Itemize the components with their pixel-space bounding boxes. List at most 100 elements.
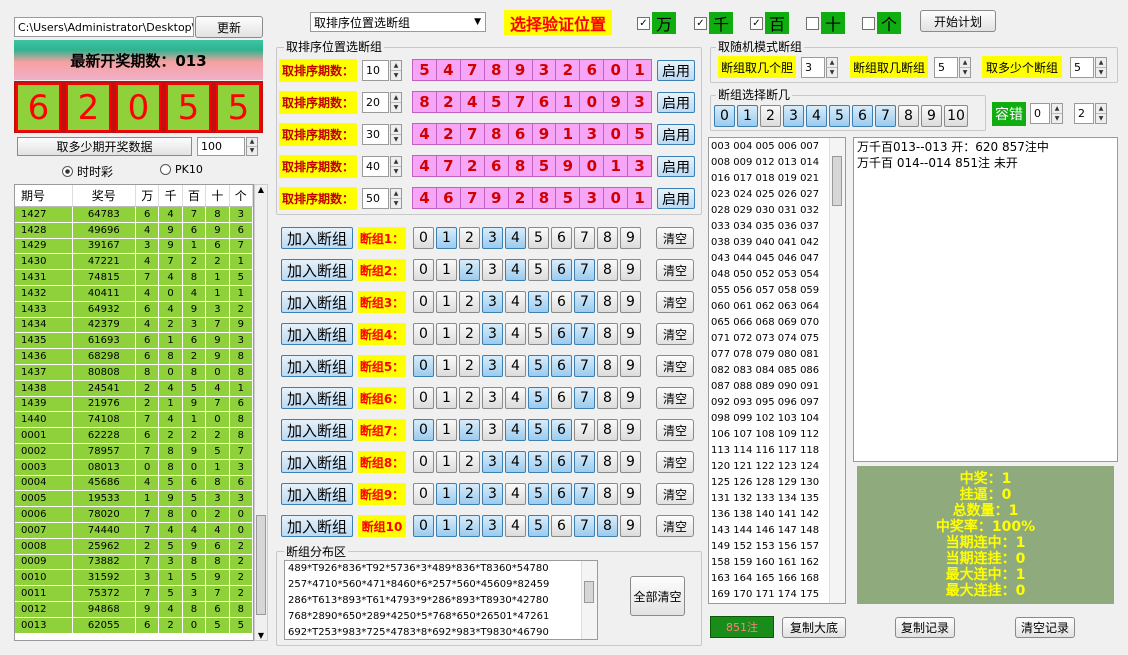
group-digit-toggle[interactable]: 7 [574,291,595,313]
path-field[interactable]: C:\Users\Administrator\Desktop\ [14,17,194,37]
scroll-up-icon[interactable]: ▲ [255,185,267,199]
group-digit-toggle[interactable]: 2 [459,259,480,281]
check-pos-4[interactable]: 个 [862,12,902,34]
choose-toggle[interactable]: 10 [944,105,968,127]
group-digit-toggle[interactable]: 1 [436,483,457,505]
group-digit-toggle[interactable]: 3 [482,483,503,505]
update-button[interactable]: 更新 [195,16,263,38]
group-digit-toggle[interactable]: 7 [574,227,595,249]
group-digit-toggle[interactable]: 5 [528,355,549,377]
clear-group-button[interactable]: 清空 [656,387,694,409]
enable-button[interactable]: 启用 [657,60,695,81]
table-row[interactable]: 1429 39167 3 9 1 6 7 [15,238,253,255]
choose-toggle[interactable]: 7 [875,105,896,127]
group-digit-toggle[interactable]: 5 [528,419,549,441]
table-row[interactable]: 1438 24541 2 4 5 4 1 [15,380,253,397]
group-digit-toggle[interactable]: 7 [574,483,595,505]
group-digit-toggle[interactable]: 7 [574,419,595,441]
enable-button[interactable]: 启用 [657,188,695,209]
choose-toggle[interactable]: 6 [852,105,873,127]
group-digit-toggle[interactable]: 4 [505,483,526,505]
clear-group-button[interactable]: 清空 [656,419,694,441]
group-digit-toggle[interactable]: 1 [436,227,457,249]
clear-group-button[interactable]: 清空 [656,515,694,537]
check-pos-2[interactable]: ✓ 百 [750,12,790,34]
group-digit-toggle[interactable]: 2 [459,515,480,537]
group-digit-toggle[interactable]: 9 [620,291,641,313]
group-digit-toggle[interactable]: 3 [482,259,503,281]
fetch-count-stepper[interactable]: ▲ ▼ [246,137,258,156]
table-row[interactable]: 1439 21976 2 1 9 7 6 [15,396,253,413]
checkbox-checked-icon[interactable]: ✓ [750,16,763,30]
group-digit-toggle[interactable]: 4 [505,259,526,281]
group-digit-toggle[interactable]: 2 [459,451,480,473]
choose-toggle[interactable]: 9 [921,105,942,127]
table-row[interactable]: 0006 78020 7 8 0 2 0 [15,507,253,523]
checkbox-checked-icon[interactable]: ✓ [694,16,707,30]
sort-period-stepper[interactable]: ▲ ▼ [390,156,402,177]
checkbox-empty-icon[interactable] [806,16,819,30]
table-row[interactable]: 1428 49696 4 9 6 9 6 [15,222,253,239]
dan-count-stepper[interactable]: ▲ ▼ [826,57,838,78]
group-digit-toggle[interactable]: 0 [413,387,434,409]
table-row[interactable]: 0003 08013 0 8 0 1 3 [15,459,253,476]
group-digit-toggle[interactable]: 5 [528,451,549,473]
group-digit-toggle[interactable]: 7 [574,515,595,537]
log-list[interactable]: 万千百013--013 开：620 857注中 万千百 014--014 851注… [853,137,1118,462]
radio-pk10[interactable]: PK10 [160,163,203,176]
group-digit-toggle[interactable]: 9 [620,483,641,505]
group-digit-toggle[interactable]: 9 [620,259,641,281]
group-digit-toggle[interactable]: 3 [482,355,503,377]
enable-button[interactable]: 启用 [657,92,695,113]
group-digit-toggle[interactable]: 6 [551,227,572,249]
group-digit-toggle[interactable]: 9 [620,355,641,377]
sort-period-stepper[interactable]: ▲ ▼ [390,60,402,81]
mode-select[interactable]: 取排序位置选断组 ▼ [310,12,486,32]
scroll-thumb[interactable] [256,515,266,615]
group-digit-toggle[interactable]: 1 [436,291,457,313]
copy-record-button[interactable]: 复制记录 [895,617,955,638]
table-row[interactable]: 1437 80808 8 0 8 0 8 [15,364,253,381]
dist-scroll-thumb[interactable] [584,581,594,603]
group-digit-toggle[interactable]: 2 [459,291,480,313]
group-digit-toggle[interactable]: 6 [551,323,572,345]
group-digit-toggle[interactable]: 7 [574,259,595,281]
tolerance-b-input[interactable]: 2 [1074,103,1094,124]
table-row[interactable]: 0008 25962 2 5 9 6 2 [15,538,253,555]
tolerance-a-stepper[interactable]: ▲ ▼ [1051,103,1063,124]
table-row[interactable]: 1434 42379 4 2 3 7 9 [15,317,253,334]
sort-period-input[interactable]: 20 [362,92,389,113]
clear-group-button[interactable]: 清空 [656,323,694,345]
group-digit-toggle[interactable]: 9 [620,387,641,409]
group-digit-toggle[interactable]: 1 [436,515,457,537]
group-digit-toggle[interactable]: 2 [459,355,480,377]
choose-toggle[interactable]: 1 [737,105,758,127]
add-group-button[interactable]: 加入断组 [281,387,353,409]
clear-group-button[interactable]: 清空 [656,227,694,249]
group-digit-toggle[interactable]: 5 [528,483,549,505]
sort-period-input[interactable]: 30 [362,124,389,145]
add-group-button[interactable]: 加入断组 [281,355,353,377]
group-digit-toggle[interactable]: 6 [551,451,572,473]
dist-scrollbar[interactable] [581,561,597,639]
table-row[interactable]: 0011 75372 7 5 3 7 2 [15,586,253,602]
group-digit-toggle[interactable]: 0 [413,259,434,281]
group-digit-toggle[interactable]: 8 [597,515,618,537]
group-digit-toggle[interactable]: 6 [551,515,572,537]
dan-count-input[interactable]: 3 [801,57,825,78]
table-row[interactable]: 0001 62228 6 2 2 2 8 [15,428,253,444]
group-digit-toggle[interactable]: 5 [528,259,549,281]
group-digit-toggle[interactable]: 3 [482,227,503,249]
choose-toggle[interactable]: 3 [783,105,804,127]
group-digit-toggle[interactable]: 1 [436,259,457,281]
clear-group-button[interactable]: 清空 [656,451,694,473]
fetch-count-input[interactable]: 100 [197,137,245,156]
start-plan-button[interactable]: 开始计划 [920,10,996,32]
group-digit-toggle[interactable]: 4 [505,323,526,345]
combo-scrollbar[interactable] [829,138,845,603]
check-pos-0[interactable]: ✓ 万 [637,12,677,34]
group-digit-toggle[interactable]: 0 [413,515,434,537]
table-row[interactable]: 1431 74815 7 4 8 1 5 [15,270,253,286]
add-group-button[interactable]: 加入断组 [281,323,353,345]
clear-group-button[interactable]: 清空 [656,259,694,281]
